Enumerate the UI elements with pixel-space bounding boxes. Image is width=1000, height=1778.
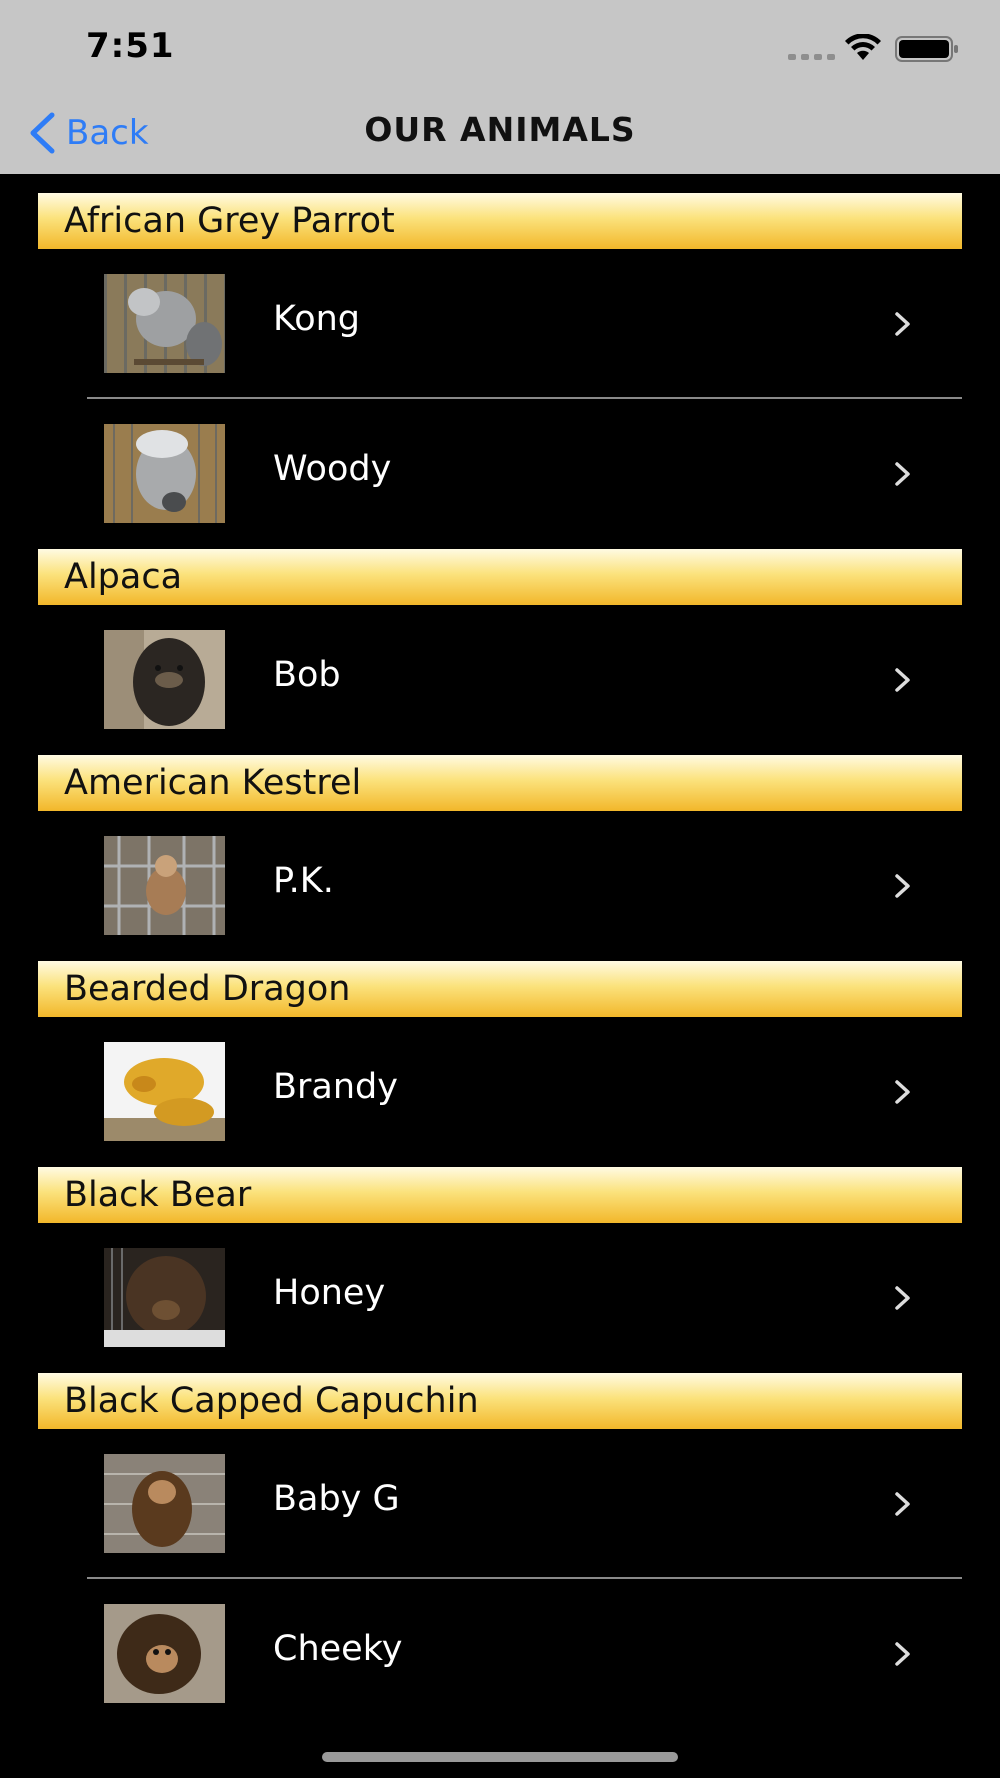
- navigation-bar: Back OUR ANIMALS: [0, 96, 1000, 174]
- animal-name: Cheeky: [273, 1629, 403, 1669]
- animal-name: P.K.: [273, 861, 334, 901]
- battery-icon: [895, 36, 958, 62]
- animal-name: Kong: [273, 299, 361, 339]
- section-title: African Grey Parrot: [64, 201, 395, 241]
- section-header: African Grey Parrot: [38, 193, 962, 249]
- animal-name: Honey: [273, 1273, 386, 1313]
- list-item[interactable]: Kong: [0, 249, 1000, 399]
- section-title: Black Bear: [64, 1175, 252, 1215]
- chevron-right-icon: [895, 668, 910, 692]
- animal-photo: [104, 274, 225, 373]
- animal-photo: [104, 1454, 225, 1553]
- animal-photo: [104, 1042, 225, 1141]
- list-item[interactable]: Baby G: [0, 1429, 1000, 1579]
- status-bar: 7:51: [0, 0, 1000, 96]
- chevron-right-icon: [895, 1080, 910, 1104]
- section-title: Black Capped Capuchin: [64, 1381, 479, 1421]
- section-header: American Kestrel: [38, 755, 962, 811]
- list-item[interactable]: Brandy: [0, 1017, 1000, 1167]
- cellular-signal-icon: [788, 54, 835, 60]
- wifi-icon: [845, 34, 881, 60]
- home-indicator[interactable]: [322, 1752, 678, 1762]
- animal-photo: [104, 1248, 225, 1347]
- list-item[interactable]: Cheeky: [0, 1579, 1000, 1729]
- section-title: Bearded Dragon: [64, 969, 351, 1009]
- animal-photo: [104, 836, 225, 935]
- section-header: Bearded Dragon: [38, 961, 962, 1017]
- section-header: Black Capped Capuchin: [38, 1373, 962, 1429]
- animal-list[interactable]: African Grey Parrot Kong Woody Alpaca Bo…: [0, 174, 1000, 1778]
- animal-photo: [104, 424, 225, 523]
- section-title: American Kestrel: [64, 763, 362, 803]
- animal-photo: [104, 630, 225, 729]
- section-header: Black Bear: [38, 1167, 962, 1223]
- list-item[interactable]: P.K.: [0, 811, 1000, 961]
- chevron-right-icon: [895, 1492, 910, 1516]
- section-title: Alpaca: [64, 557, 183, 597]
- animal-name: Bob: [273, 655, 341, 695]
- page-title: OUR ANIMALS: [364, 110, 636, 149]
- animal-photo: [104, 1604, 225, 1703]
- section-header: Alpaca: [38, 549, 962, 605]
- chevron-right-icon: [895, 1286, 910, 1310]
- chevron-right-icon: [895, 312, 910, 336]
- chevron-right-icon: [895, 1642, 910, 1666]
- animal-name: Baby G: [273, 1479, 400, 1519]
- status-time: 7:51: [86, 26, 175, 66]
- chevron-right-icon: [895, 874, 910, 898]
- list-item[interactable]: Woody: [0, 399, 1000, 549]
- animal-name: Woody: [273, 449, 392, 489]
- animal-name: Brandy: [273, 1067, 398, 1107]
- list-item[interactable]: Honey: [0, 1223, 1000, 1373]
- list-item[interactable]: Bob: [0, 605, 1000, 755]
- chevron-right-icon: [895, 462, 910, 486]
